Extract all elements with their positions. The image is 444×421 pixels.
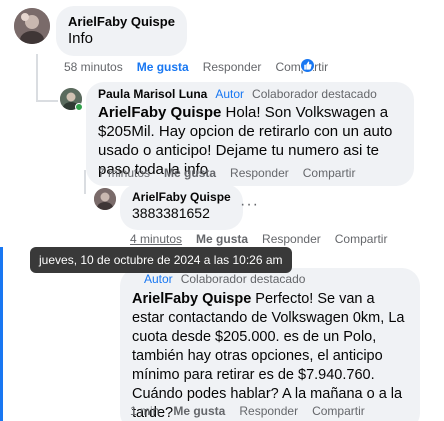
comment-author[interactable]: ArielFaby Quispe [132,190,231,204]
comment-text: Info [68,30,94,47]
mention-link[interactable]: ArielFaby Quispe [132,291,251,307]
mention-link[interactable]: ArielFaby Quispe [98,104,221,121]
comment-author[interactable]: ArielFaby Quispe [68,14,175,29]
comment-time[interactable]: 1 min [130,404,159,418]
comment-bubble: ArielFaby Quispe 3883381652 [120,184,243,230]
thread-line [36,54,38,100]
comment-actions: 7 minutos Me gusta Responder Compartir [98,166,355,180]
comment-bubble: ArielFaby Quispe Info [56,6,187,56]
like-button[interactable]: Me gusta [196,232,248,246]
reply-button[interactable]: Responder [262,232,321,246]
author-badge: Autor [215,87,245,101]
more-options-icon[interactable]: ··· [240,196,259,214]
reply-button[interactable]: Responder [203,60,262,74]
timestamp-tooltip: jueves, 10 de octubre de 2024 a las 10:2… [30,247,292,273]
comment-author[interactable]: Paula Marisol Luna [98,87,207,101]
comment-time[interactable]: 58 minutos [64,60,123,74]
comment-text: 3883381652 [132,205,210,221]
like-button[interactable]: Me gusta [137,60,189,74]
comment-time[interactable]: 4 minutos [130,232,182,246]
comment-actions: 1 min Me gusta Responder Compartir [130,404,365,418]
share-button[interactable]: Compartir [303,166,356,180]
top-contributor-badge: Colaborador destacado [180,272,306,286]
online-status-indicator [75,103,83,111]
comment-actions: 4 minutos Me gusta Responder Compartir [130,232,387,246]
top-contributor-badge: Colaborador destacado [252,87,377,101]
avatar[interactable] [94,188,116,210]
profile-photo-icon [94,188,116,210]
share-button[interactable]: Compartir [335,232,388,246]
like-thumb-icon[interactable] [300,58,315,73]
comment-text: ArielFaby Quispe Perfecto! Se van a esta… [132,291,405,421]
comment-bubble: Autor Colaborador destacado ArielFaby Qu… [120,268,420,421]
comment-time[interactable]: 7 minutos [98,166,150,180]
reply-button[interactable]: Responder [239,404,298,418]
comment-actions: 58 minutos Me gusta Responder Compartir [64,60,328,74]
reply-button[interactable]: Responder [230,166,289,180]
like-button[interactable]: Me gusta [164,166,216,180]
profile-photo-icon [14,8,50,44]
avatar[interactable] [14,8,50,44]
like-button[interactable]: Me gusta [173,404,225,418]
thread-line [84,170,86,194]
highlight-bar [0,247,3,421]
thread-line [36,100,58,102]
share-button[interactable]: Compartir [312,404,365,418]
author-badge: Autor [144,272,173,286]
